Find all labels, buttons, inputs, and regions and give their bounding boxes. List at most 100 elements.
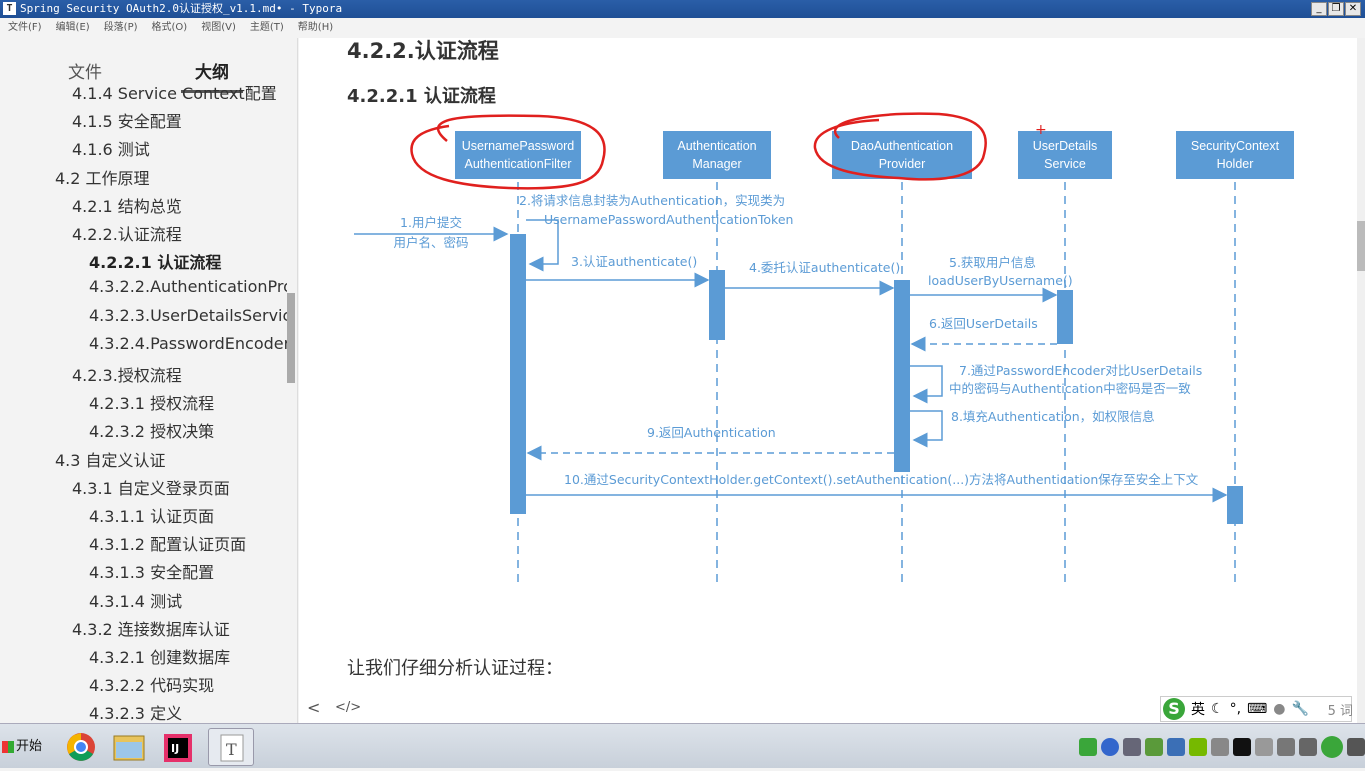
user-icon[interactable]: ● xyxy=(1273,701,1285,717)
outline-item[interactable]: 4.3.2 连接数据库认证 xyxy=(72,616,287,640)
outline-item[interactable]: 4.3.1.2 配置认证页面 xyxy=(89,531,287,555)
outline-item[interactable]: 4.2.1 结构总览 xyxy=(72,193,287,217)
help-tray-icon[interactable] xyxy=(1101,738,1119,756)
toggle-sidebar-icon[interactable]: < xyxy=(307,698,320,717)
message-label: 1.用户提交 xyxy=(400,215,462,230)
svg-text:T: T xyxy=(226,740,237,759)
outline-item[interactable]: 4.3.1.3 安全配置 xyxy=(89,559,287,583)
outline-item[interactable]: 4.2.3.1 授权流程 xyxy=(89,390,287,414)
typora-app-icon: T xyxy=(3,2,16,15)
maximize-button[interactable]: ❐ xyxy=(1328,2,1344,16)
intellij-taskbar-icon[interactable]: IJ xyxy=(156,728,202,766)
outline-item[interactable]: 4.1.4 Service Context配置 xyxy=(72,80,287,104)
tray-extra-icon[interactable] xyxy=(1347,738,1365,756)
sequence-diagram[interactable]: UsernamePassword AuthenticationFilter Auth… xyxy=(299,108,1299,608)
menu-edit[interactable]: 编辑(E) xyxy=(56,18,90,38)
start-button[interactable]: 开始 xyxy=(2,729,48,765)
message-label: 7.通过PasswordEncoder对比UserDetails xyxy=(959,363,1202,378)
close-button[interactable]: ✕ xyxy=(1345,2,1361,16)
outline-item[interactable]: 4.2.2.认证流程 xyxy=(72,221,287,245)
usb-tray-icon[interactable] xyxy=(1255,738,1273,756)
ime-toolbar[interactable]: S 英 ☾ °, ⌨ ● 🔧 5 词 xyxy=(1160,696,1353,722)
app-tray-icon[interactable] xyxy=(1145,738,1163,756)
ime-language-toggle[interactable]: 英 xyxy=(1191,699,1205,719)
paragraph-analysis[interactable]: 让我们仔细分析认证过程： xyxy=(347,654,563,680)
participant-label: Manager xyxy=(692,157,741,171)
editor-content: 4.2.2.认证流程 4.2.2.1 认证流程 UsernamePassword… xyxy=(299,38,1357,723)
sidebar-scrollbar[interactable] xyxy=(287,293,295,383)
outline-item[interactable]: 4.3.2.4.PasswordEncoder xyxy=(89,334,287,353)
participant-label: DaoAuthentication xyxy=(851,139,953,153)
outline-item[interactable]: 4.2 工作原理 xyxy=(55,165,287,189)
outline-item[interactable]: 4.1.5 安全配置 xyxy=(72,108,287,132)
activation-bar xyxy=(510,234,526,514)
outline-item[interactable]: 4.3.2.2.AuthenticationProvider xyxy=(89,277,287,296)
outline-item[interactable]: 4.3.2.3 定义 xyxy=(89,700,287,723)
nvidia-icon[interactable] xyxy=(1189,738,1207,756)
outline-item[interactable]: 4.1.6 测试 xyxy=(72,136,287,160)
keyboard-icon[interactable]: ⌨ xyxy=(1247,701,1267,717)
message-label: 用户名、密码 xyxy=(393,235,468,250)
wrench-icon[interactable]: 🔧 xyxy=(1291,701,1308,717)
cursor-crosshair-icon: + xyxy=(1035,122,1047,138)
display-tray-icon[interactable] xyxy=(1233,738,1251,756)
editor-scrollbar-thumb[interactable] xyxy=(1357,221,1365,271)
outline-item[interactable]: 4.3.2.3.UserDetailsService xyxy=(89,306,287,325)
menu-view[interactable]: 视图(V) xyxy=(201,18,236,38)
menu-format[interactable]: 格式(O) xyxy=(152,18,188,38)
outline-item[interactable]: 4.2.3.授权流程 xyxy=(72,362,287,386)
windows-flag-icon xyxy=(2,740,14,753)
source-mode-icon[interactable]: </> xyxy=(335,700,361,715)
menu-file[interactable]: 文件(F) xyxy=(8,18,42,38)
participant-label: Authentication xyxy=(677,139,756,153)
activation-bar xyxy=(1227,486,1243,524)
menu-theme[interactable]: 主题(T) xyxy=(250,18,284,38)
explorer-taskbar-icon[interactable] xyxy=(106,728,152,766)
bluetooth-icon[interactable] xyxy=(1167,738,1185,756)
participant-label: UserDetails xyxy=(1033,139,1098,153)
message-label: 9.返回Authentication xyxy=(647,425,776,440)
menu-help[interactable]: 帮助(H) xyxy=(298,18,333,38)
message-label: loadUserByUsername() xyxy=(928,273,1073,288)
message-label: 中的密码与Authentication中密码是否一致 xyxy=(949,381,1191,396)
participant-label: Holder xyxy=(1217,157,1254,171)
participant-label: AuthenticationFilter xyxy=(464,157,571,171)
volume-icon[interactable] xyxy=(1299,738,1317,756)
heading-h4[interactable]: 4.2.2.1 认证流程 xyxy=(347,82,496,108)
minimize-button[interactable]: _ xyxy=(1311,2,1327,16)
message-label: 5.获取用户信息 xyxy=(949,255,1036,270)
outline-item[interactable]: 4.3.1.1 认证页面 xyxy=(89,503,287,527)
heading-h3[interactable]: 4.2.2.认证流程 xyxy=(347,38,499,65)
moon-icon[interactable]: ☾ xyxy=(1211,701,1224,717)
outline-item[interactable]: 4.3.2.2 代码实现 xyxy=(89,672,287,696)
outline-item[interactable]: 4.3.1 自定义登录页面 xyxy=(72,475,287,499)
typora-taskbar-icon[interactable]: T xyxy=(208,728,254,766)
sogou-logo-icon: S xyxy=(1163,698,1185,720)
tray-misc-icon[interactable] xyxy=(1211,738,1229,756)
participant-label: UsernamePassword xyxy=(462,139,575,153)
message-label: 8.填充Authentication，如权限信息 xyxy=(951,409,1155,424)
chrome-taskbar-icon[interactable] xyxy=(58,728,104,766)
editor-scrollbar[interactable] xyxy=(1357,38,1365,723)
menu-bar: 文件(F) 编辑(E) 段落(P) 格式(O) 视图(V) 主题(T) 帮助(H… xyxy=(0,18,1365,38)
message-label: 6.返回UserDetails xyxy=(929,316,1038,331)
activation-bar xyxy=(894,280,910,472)
message-label: 10.通过SecurityContextHolder.getContext().… xyxy=(564,472,1199,487)
svg-text:IJ: IJ xyxy=(171,742,179,755)
outline-item[interactable]: 4.3.2.1 创建数据库 xyxy=(89,644,287,668)
sidebar: 文件 大纲 4.1.4 Service Context配置 4.1.5 安全配置 4… xyxy=(0,38,298,723)
message-label: 3.认证authenticate() xyxy=(571,254,697,269)
outline-item[interactable]: 4.2.3.2 授权决策 xyxy=(89,418,287,442)
word-count: 5 词 xyxy=(1327,704,1353,719)
self-message-arrow xyxy=(910,410,943,448)
sogou-tray-icon[interactable] xyxy=(1079,738,1097,756)
network-tray-icon[interactable] xyxy=(1123,738,1141,756)
outline-item[interactable]: 4.3.1.4 测试 xyxy=(89,588,287,612)
signal-icon[interactable] xyxy=(1277,738,1295,756)
system-tray xyxy=(1079,732,1365,762)
outline-item[interactable]: 4.2.2.1 认证流程 xyxy=(89,249,287,273)
punctuation-icon[interactable]: °, xyxy=(1230,701,1241,717)
menu-paragraph[interactable]: 段落(P) xyxy=(104,18,138,38)
security-tray-icon[interactable] xyxy=(1321,736,1343,758)
outline-item[interactable]: 4.3 自定义认证 xyxy=(55,447,287,471)
